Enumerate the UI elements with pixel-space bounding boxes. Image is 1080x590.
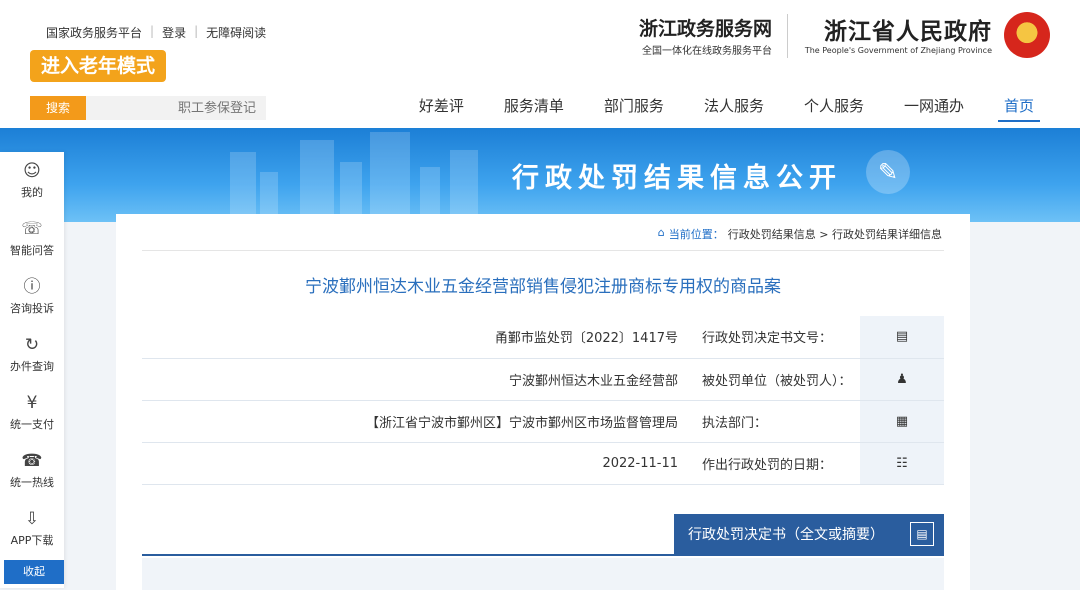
sidebar-item-label: 智能问答 xyxy=(10,244,54,257)
sidebar-item-label: 咨询投诉 xyxy=(10,302,54,315)
search-button[interactable]: 搜索 xyxy=(30,96,86,120)
gov-english-title: The People's Government of Zhejiang Prov… xyxy=(804,46,992,55)
skyline-decoration xyxy=(230,152,256,222)
content-card: ⌂ 当前位置： 行政处罚结果信息 > 行政处罚结果详细信息 宁波鄞州恒达木业五金… xyxy=(116,214,970,590)
national-emblem-icon xyxy=(1004,12,1050,58)
info-table: 甬鄞市监处罚〔2022〕1417号 行政处罚决定书文号： ▤ 宁波鄞州恒达木业五… xyxy=(142,316,944,485)
sidebar-item-label: 统一热线 xyxy=(10,476,54,489)
gov-title[interactable]: 浙江省人民政府 xyxy=(824,12,992,46)
elder-mode-button[interactable]: 进入老年模式 xyxy=(30,50,166,82)
shield-icon: ⓘ xyxy=(23,277,41,297)
book-icon: ✎ xyxy=(866,150,910,194)
side-toolbar: ☺ 我的 ☏ 智能问答 ⓘ 咨询投诉 ↻ 办件查询 ¥ 统一支付 ☎ 统一热线 … xyxy=(0,152,64,588)
skyline-decoration xyxy=(340,162,362,222)
sidebar-item-label: APP下载 xyxy=(10,534,54,547)
header-divider xyxy=(787,14,788,58)
top-links: 国家政务服务平台 | 登录 | 无障碍阅读 xyxy=(46,24,266,41)
calendar-icon: ☷ xyxy=(860,442,944,484)
user-icon: ☺ xyxy=(23,161,41,181)
skyline-decoration xyxy=(370,132,410,222)
info-label: 被处罚单位（被处罚人）： xyxy=(702,373,852,389)
nav-home[interactable]: 首页 xyxy=(984,94,1054,126)
info-label: 行政处罚决定书文号： xyxy=(702,331,833,347)
yen-icon: ¥ xyxy=(26,393,38,413)
nav-service-list[interactable]: 服务清单 xyxy=(484,94,584,126)
banner-title: 行政处罚结果信息公开 xyxy=(512,163,842,194)
nav-legal-person-service[interactable]: 法人服务 xyxy=(684,94,784,126)
sidebar-item-app[interactable]: ⇩ APP下载 xyxy=(0,500,64,558)
nav-rating[interactable]: 好差评 xyxy=(399,94,484,126)
phone-icon: ☎ xyxy=(21,451,43,471)
national-platform-link[interactable]: 国家政务服务平台 xyxy=(46,24,142,41)
divider: | xyxy=(194,24,199,38)
table-row: 【浙江省宁波市鄞州区】宁波市鄞州区市场监督管理局 执法部门： ▦ xyxy=(142,400,944,442)
info-label: 执法部门： xyxy=(702,415,768,431)
collapse-button[interactable]: 收起 xyxy=(4,560,64,584)
service-title[interactable]: 浙江政务服务网 xyxy=(639,14,772,41)
sidebar-item-qa[interactable]: ☏ 智能问答 xyxy=(0,210,64,268)
search-input[interactable] xyxy=(86,96,266,120)
skyline-decoration xyxy=(300,140,334,222)
sidebar-item-label: 统一支付 xyxy=(10,418,54,431)
table-row: 宁波鄞州恒达木业五金经营部 被处罚单位（被处罚人）： ♟ xyxy=(142,358,944,400)
headset-icon: ☏ xyxy=(21,219,43,239)
skyline-decoration xyxy=(450,150,478,222)
table-row: 2022-11-11 作出行政处罚的日期： ☷ xyxy=(142,442,944,484)
divider xyxy=(142,250,944,251)
info-value: 2022-11-11 xyxy=(602,455,678,471)
sidebar-item-hotline[interactable]: ☎ 统一热线 xyxy=(0,442,64,500)
nav-personal-service[interactable]: 个人服务 xyxy=(784,94,884,126)
breadcrumb: ⌂ 当前位置： 行政处罚结果信息 > 行政处罚结果详细信息 xyxy=(658,226,942,242)
document-icon: ▤ xyxy=(860,316,944,358)
sidebar-item-query[interactable]: ↻ 办件查询 xyxy=(0,326,64,384)
case-title: 宁波鄞州恒达木业五金经营部销售侵犯注册商标专用权的商品案 xyxy=(305,277,781,297)
info-value: 宁波鄞州恒达木业五金经营部 xyxy=(508,373,678,389)
sidebar-item-complaint[interactable]: ⓘ 咨询投诉 xyxy=(0,268,64,326)
table-row: 甬鄞市监处罚〔2022〕1417号 行政处罚决定书文号： ▤ xyxy=(142,316,944,358)
sidebar-item-label: 我的 xyxy=(21,186,43,199)
breadcrumb-label: 当前位置： xyxy=(668,228,724,241)
page-banner: 行政处罚结果信息公开 ✎ xyxy=(0,128,1080,222)
login-link[interactable]: 登录 xyxy=(162,24,186,41)
decision-content xyxy=(142,558,944,590)
main-nav: 好差评 服务清单 部门服务 法人服务 个人服务 一网通办 首页 xyxy=(399,94,1054,126)
decision-tab-bar: 行政处罚决定书（全文或摘要） ▤ xyxy=(142,514,944,556)
person-icon: ♟ xyxy=(860,358,944,400)
nav-one-stop[interactable]: 一网通办 xyxy=(884,94,984,126)
history-icon: ↻ xyxy=(24,335,40,355)
building-icon: ▦ xyxy=(860,400,944,442)
download-icon: ⇩ xyxy=(24,509,40,529)
home-icon[interactable]: ⌂ xyxy=(658,226,665,242)
info-value: 甬鄞市监处罚〔2022〕1417号 xyxy=(494,331,678,347)
page: 浙江省人民政府 The People's Government of Zheji… xyxy=(0,0,1080,590)
decision-tab-label: 行政处罚决定书（全文或摘要） xyxy=(688,527,884,543)
sidebar-item-mine[interactable]: ☺ 我的 xyxy=(0,152,64,210)
accessibility-link[interactable]: 无障碍阅读 xyxy=(206,24,266,41)
breadcrumb-path[interactable]: 行政处罚结果信息 > 行政处罚结果详细信息 xyxy=(728,226,942,242)
divider: | xyxy=(150,24,155,38)
sidebar-item-label: 办件查询 xyxy=(10,360,54,373)
info-label: 作出行政处罚的日期： xyxy=(702,457,833,473)
decision-tab[interactable]: 行政处罚决定书（全文或摘要） ▤ xyxy=(674,514,944,556)
nav-department-service[interactable]: 部门服务 xyxy=(584,94,684,126)
document-icon: ▤ xyxy=(910,522,934,546)
sidebar-item-payment[interactable]: ¥ 统一支付 xyxy=(0,384,64,442)
service-subtitle: 全国一体化在线政务服务平台 xyxy=(642,46,772,57)
info-value: 【浙江省宁波市鄞州区】宁波市鄞州区市场监督管理局 xyxy=(365,415,678,431)
site-header: 浙江省人民政府 The People's Government of Zheji… xyxy=(0,0,1080,128)
